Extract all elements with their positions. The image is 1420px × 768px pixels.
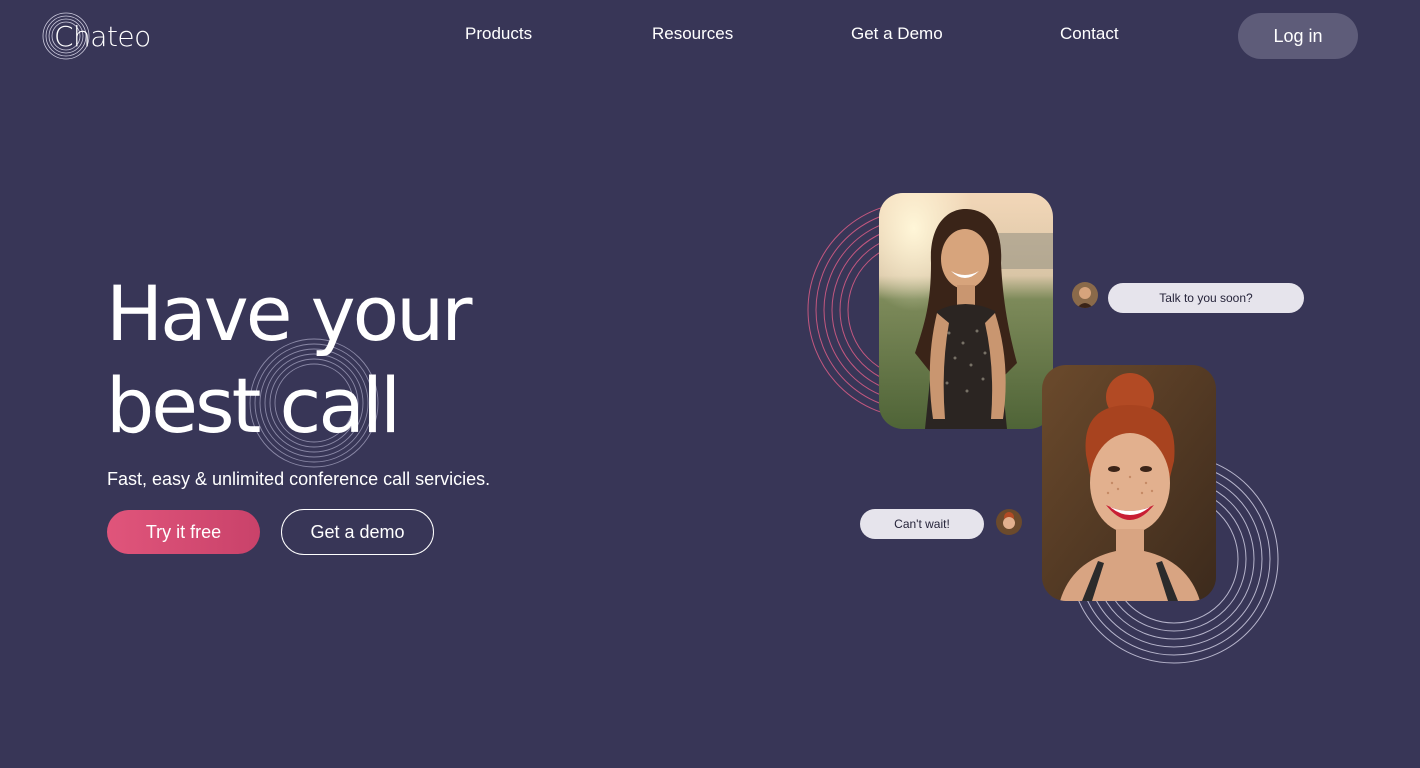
hero-subtitle: Fast, easy & unlimited conference call s… bbox=[107, 469, 491, 489]
hero-title-line-1: Have your bbox=[106, 269, 473, 358]
logo-text: Chateo bbox=[54, 20, 151, 53]
hero-title: Have your best call bbox=[106, 268, 473, 452]
try-it-free-button[interactable]: Try it free bbox=[107, 510, 260, 554]
nav-contact[interactable]: Contact bbox=[1060, 24, 1119, 44]
woman-red-hair-image bbox=[1042, 365, 1216, 601]
nav-resources[interactable]: Resources bbox=[652, 24, 733, 44]
woman-dark-hair-image bbox=[879, 193, 1053, 429]
caller-photo-2 bbox=[1042, 365, 1216, 601]
avatar-caller-1 bbox=[1072, 282, 1098, 308]
nav-get-a-demo[interactable]: Get a Demo bbox=[851, 24, 943, 44]
landing-page: Chateo Products Resources Get a Demo Con… bbox=[0, 0, 1420, 768]
login-button[interactable]: Log in bbox=[1238, 13, 1358, 59]
avatar-dark-hair-icon bbox=[1072, 282, 1098, 308]
nav-products[interactable]: Products bbox=[465, 24, 532, 44]
caller-photo-1 bbox=[879, 193, 1053, 429]
get-a-demo-button[interactable]: Get a demo bbox=[281, 509, 434, 555]
hero-title-line-2: best call bbox=[106, 361, 401, 450]
chat-bubble-2: Can't wait! bbox=[860, 509, 984, 539]
avatar-red-hair-icon bbox=[996, 509, 1022, 535]
avatar-caller-2 bbox=[996, 509, 1022, 535]
chat-bubble-1: Talk to you soon? bbox=[1108, 283, 1304, 313]
logo[interactable]: Chateo bbox=[42, 12, 162, 62]
